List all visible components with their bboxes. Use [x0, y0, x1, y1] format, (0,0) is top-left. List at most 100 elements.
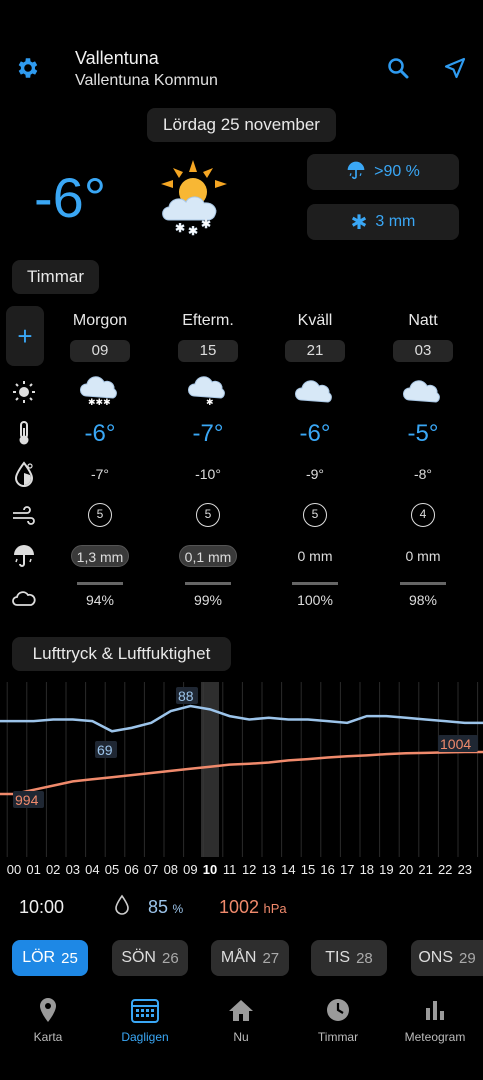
nav-timmar[interactable]: Timmar: [290, 996, 386, 1044]
period-cloud-cover: 98%: [408, 592, 438, 608]
day-button-tis[interactable]: TIS 28: [311, 940, 387, 976]
humidity-readout: 85 %: [148, 897, 183, 918]
bar-chart-icon: [387, 996, 483, 1024]
period-cloud-cover: 99%: [193, 592, 223, 608]
pressure-unit: hPa: [263, 901, 287, 916]
snow-cloud-icon: ✱✱✱: [78, 374, 122, 411]
hour-tick-label: 15: [300, 862, 316, 877]
period-wind: 4: [411, 503, 435, 527]
search-icon[interactable]: [384, 54, 412, 82]
svg-text:✱: ✱: [188, 224, 198, 238]
period-feels-like: -10°: [195, 466, 221, 482]
hour-tick-label: 22: [437, 862, 453, 877]
map-pin-icon: [0, 996, 96, 1024]
nav-meteogram[interactable]: Meteogram: [387, 996, 483, 1044]
home-icon: [193, 996, 289, 1024]
pressure-value: 1002: [219, 897, 260, 917]
humidity-line: [0, 704, 483, 733]
hour-tick-label: 07: [143, 862, 159, 877]
hour-tick-label: 18: [359, 862, 375, 877]
date-label[interactable]: Lördag 25 november: [147, 108, 336, 142]
period-precipitation: 0 mm: [297, 548, 333, 564]
day-name: TIS: [325, 949, 351, 966]
period-cloud-cover: 100%: [297, 592, 333, 608]
humidity-min-label: 69: [97, 742, 113, 758]
hour-tick-label: 09: [183, 862, 198, 877]
hour-tick-label: 17: [339, 862, 355, 877]
add-period-button[interactable]: +: [6, 306, 44, 366]
day-name: LÖR: [22, 949, 56, 966]
snowflake-icon: ✱: [350, 211, 368, 234]
thermometer-icon: [10, 419, 38, 447]
period-name: Kväll: [297, 312, 333, 329]
period-name: Efterm.: [182, 312, 234, 329]
pressure-readout: 1002 hPa: [219, 897, 287, 918]
snow-amount-value: 3 mm: [375, 213, 416, 230]
hour-tick-label: 03: [65, 862, 81, 877]
period-wind: 5: [303, 503, 327, 527]
nav-dagligen[interactable]: Dagligen: [97, 996, 193, 1044]
cloud-icon: [10, 584, 38, 612]
location-name[interactable]: Vallentuna: [75, 48, 159, 69]
period-name: Natt: [408, 312, 438, 329]
section-title-timmar: Timmar: [12, 260, 99, 294]
hour-tick-label: 06: [124, 862, 139, 877]
period-temperature: -5°: [407, 420, 439, 447]
period-temperature: -6°: [299, 420, 331, 447]
period-feels-like: -8°: [413, 466, 433, 482]
nav-label: Meteogram: [404, 1030, 466, 1044]
period-feels-like: -7°: [90, 466, 110, 482]
navigation-arrow-icon[interactable]: [441, 54, 469, 82]
cloud-weather-icon: [401, 376, 445, 409]
hour-tick-label: 16: [320, 862, 335, 877]
day-button-lor[interactable]: LÖR 25: [12, 940, 88, 976]
pressure-humidity-chart[interactable]: 88 69 994 1004: [0, 682, 483, 857]
period-hour: 09: [70, 340, 130, 362]
cloud-cover-bar: [292, 582, 338, 585]
day-button-ons[interactable]: ONS 29: [411, 940, 483, 976]
nav-karta[interactable]: Karta: [0, 996, 96, 1044]
clock-icon: [290, 996, 386, 1024]
humidity-drop-icon: [114, 894, 130, 921]
day-number: 25: [61, 949, 78, 967]
hour-tick-label: 13: [261, 862, 277, 877]
hour-tick-label: 23: [457, 862, 473, 877]
day-button-man[interactable]: MÅN 27: [211, 940, 289, 976]
period-precipitation: 0 mm: [405, 548, 441, 564]
day-name: SÖN: [121, 949, 156, 966]
period-feels-like: -9°: [305, 466, 325, 482]
selected-time: 10:00: [19, 897, 65, 917]
hour-tick-label: 00: [6, 862, 22, 877]
precip-probability-pill[interactable]: >90 %: [307, 154, 459, 190]
hour-tick-label: 21: [418, 862, 433, 877]
day-number: 27: [262, 949, 280, 967]
period-wind: 5: [196, 503, 220, 527]
period-temperature: -6°: [84, 420, 116, 447]
sun-icon: [10, 378, 38, 406]
hour-tick-label: 19: [379, 862, 394, 877]
nav-nu[interactable]: Nu: [193, 996, 289, 1044]
settings-gear-icon[interactable]: [12, 52, 44, 84]
period-temperature: -7°: [192, 420, 224, 447]
day-name: ONS: [418, 949, 453, 966]
hour-tick-label: 14: [281, 862, 296, 877]
nav-label: Timmar: [317, 1030, 359, 1044]
day-number: 28: [356, 949, 373, 967]
nav-label: Karta: [33, 1030, 63, 1044]
current-temperature: -6°: [34, 166, 107, 229]
period-precipitation: 0,1 mm: [179, 545, 237, 567]
pressure-max-label: 1004: [440, 736, 471, 752]
section-title-pressure-humidity: Lufttryck & Luftfuktighet: [12, 637, 231, 671]
umbrella-rain-icon: [346, 160, 366, 185]
day-button-son[interactable]: SÖN 26: [112, 940, 188, 976]
calendar-icon: [97, 996, 193, 1024]
cloud-cover-bar: [185, 582, 231, 585]
humidity-unit: %: [172, 902, 184, 916]
snow-sun-weather-icon: ✱ ✱ ✱: [155, 158, 235, 238]
pressure-line: [0, 750, 483, 796]
period-cloud-cover: 94%: [85, 592, 115, 608]
municipality-name: Vallentuna Kommun: [75, 72, 218, 89]
day-name: MÅN: [220, 949, 257, 966]
period-hour: 03: [393, 340, 453, 362]
snow-amount-pill[interactable]: ✱ 3 mm: [307, 204, 459, 240]
